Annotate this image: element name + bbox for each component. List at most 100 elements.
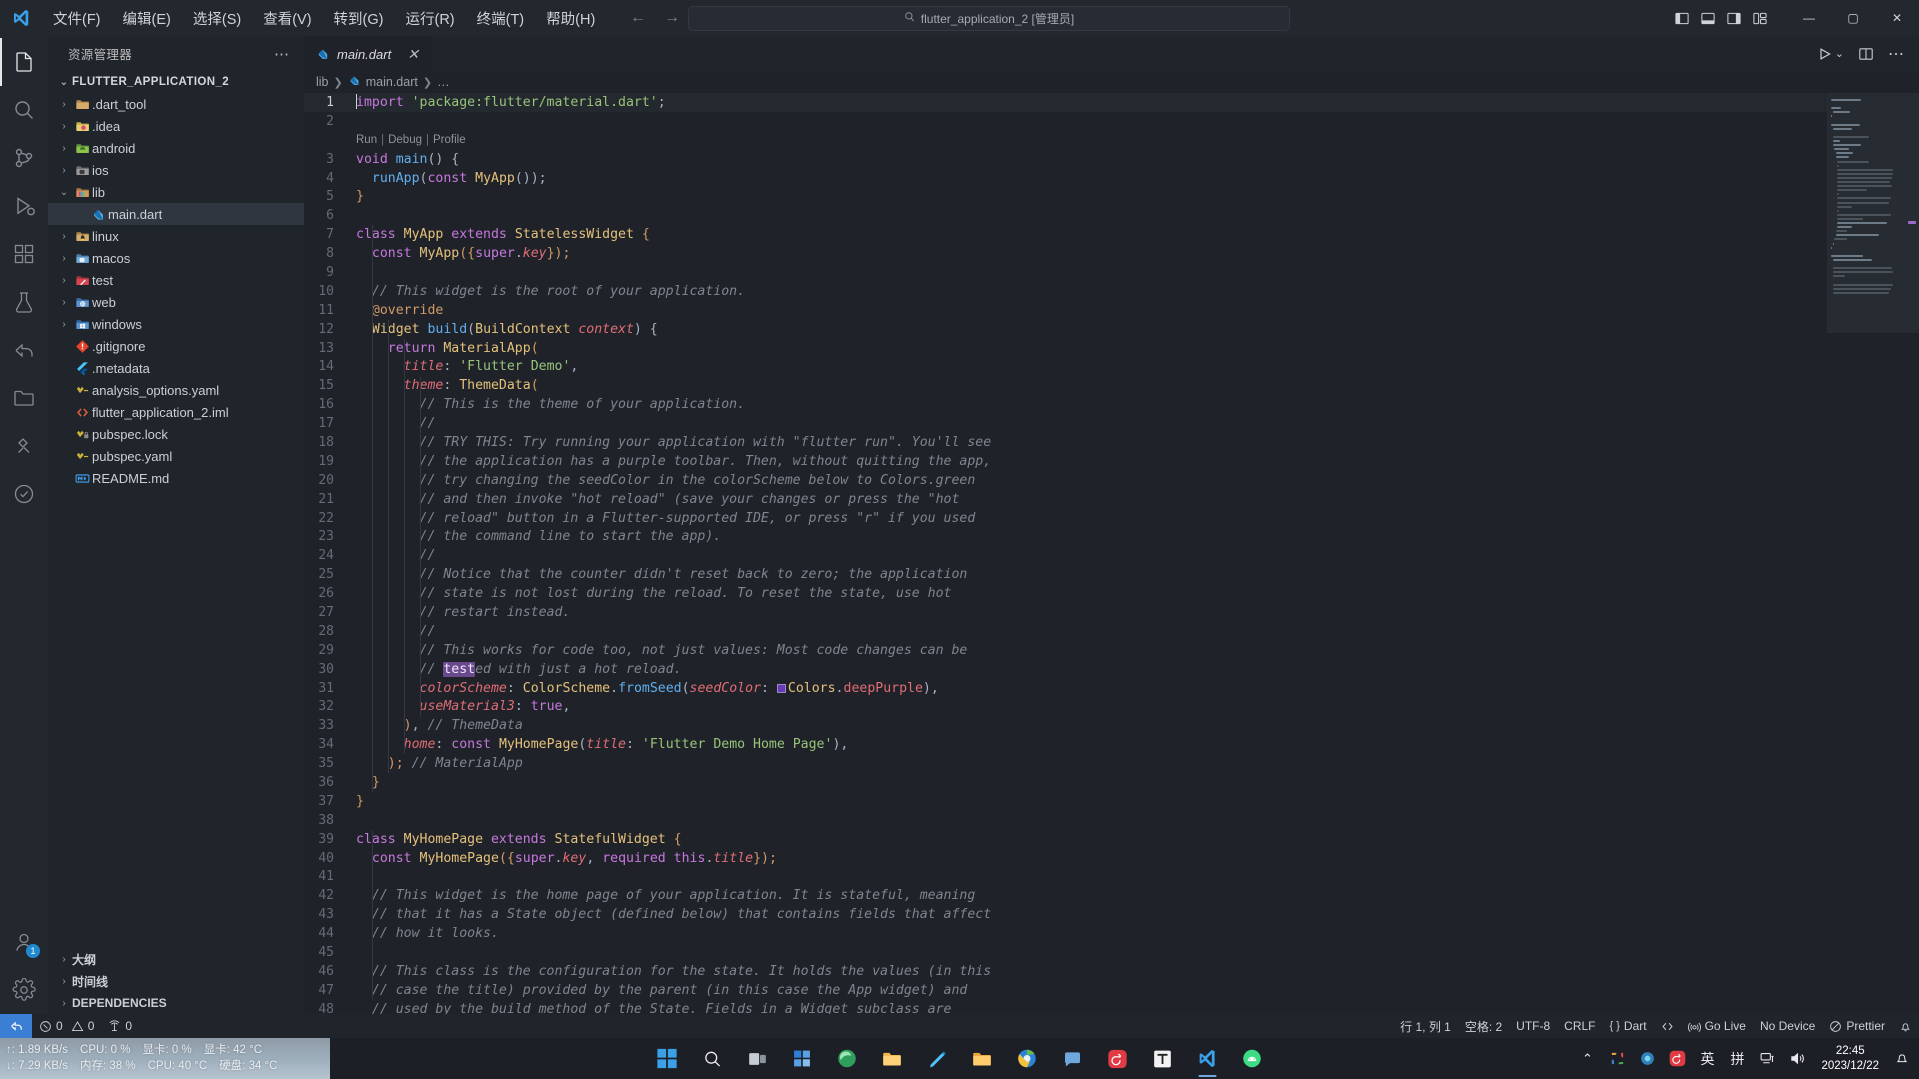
taskbar-clock[interactable]: 22:45 2023/12/22: [1813, 1038, 1887, 1079]
code-line[interactable]: 30 // tested with just a hot reload.: [304, 660, 1827, 679]
code-line[interactable]: 32 useMaterial3: true,: [304, 698, 1827, 717]
code-line[interactable]: 40 const MyHomePage({super.key, required…: [304, 849, 1827, 868]
code-line[interactable]: 24 //: [304, 546, 1827, 565]
code-line[interactable]: 21 // and then invoke "hot reload" (save…: [304, 490, 1827, 509]
code-line[interactable]: 5}: [304, 187, 1827, 206]
code-line[interactable]: 1import 'package:flutter/material.dart';: [304, 93, 1827, 112]
code-line[interactable]: 37}: [304, 792, 1827, 811]
menu-edit[interactable]: 编辑(E): [112, 4, 182, 33]
code-line[interactable]: 35 ); // MaterialApp: [304, 754, 1827, 773]
customize-layout-icon[interactable]: [1749, 7, 1771, 29]
code-line[interactable]: 33 ), // ThemeData: [304, 716, 1827, 735]
activity-explorer[interactable]: [0, 38, 48, 86]
taskbar-widgets-icon[interactable]: [782, 1039, 822, 1079]
tab-close-icon[interactable]: ✕: [404, 46, 422, 62]
cursor-position[interactable]: 行 1, 列 1: [1393, 1014, 1458, 1038]
editor-more-actions-icon[interactable]: ⋯: [1888, 44, 1905, 64]
code-line[interactable]: 39class MyHomePage extends StatefulWidge…: [304, 830, 1827, 849]
taskbar-netease-music-icon[interactable]: [1097, 1039, 1137, 1079]
tree-root-folder[interactable]: ⌄ FLUTTER_APPLICATION_2: [48, 71, 304, 93]
code-line[interactable]: 4 runApp(const MyApp());: [304, 169, 1827, 188]
sidebar-section-timeline[interactable]: › 时间线: [48, 970, 304, 992]
code-line[interactable]: 13 return MaterialApp(: [304, 339, 1827, 358]
taskbar-android-studio-icon[interactable]: [1232, 1039, 1272, 1079]
toggle-panel-icon[interactable]: [1697, 7, 1719, 29]
minimize-button[interactable]: —: [1787, 0, 1831, 36]
file-tree[interactable]: ⌄ FLUTTER_APPLICATION_2 ›.dart_tool›.ide…: [48, 71, 304, 948]
code-line[interactable]: 45: [304, 943, 1827, 962]
code-line[interactable]: 7class MyApp extends StatelessWidget {: [304, 225, 1827, 244]
activity-settings[interactable]: [0, 966, 48, 1014]
taskbar-browser-icon[interactable]: [1007, 1039, 1047, 1079]
explorer-more-actions-icon[interactable]: ⋯: [268, 45, 296, 63]
tree-item-gitignore[interactable]: .gitignore: [48, 335, 304, 357]
menu-file[interactable]: 文件(F): [42, 4, 112, 33]
code-line[interactable]: 27 // restart instead.: [304, 603, 1827, 622]
tree-item-idea[interactable]: ›.idea: [48, 115, 304, 137]
menu-view[interactable]: 查看(V): [252, 4, 322, 33]
indentation[interactable]: 空格: 2: [1458, 1014, 1509, 1038]
code-line[interactable]: 20 // try changing the seedColor in the …: [304, 471, 1827, 490]
code-line[interactable]: 14 title: 'Flutter Demo',: [304, 357, 1827, 376]
encoding[interactable]: UTF-8: [1509, 1014, 1557, 1038]
code-editor[interactable]: 1import 'package:flutter/material.dart';…: [304, 93, 1919, 1014]
code-line[interactable]: 42 // This widget is the home page of yo…: [304, 886, 1827, 905]
code-line[interactable]: 2: [304, 112, 1827, 131]
menu-selection[interactable]: 选择(S): [182, 4, 252, 33]
tray-sync-icon[interactable]: [1603, 1038, 1631, 1079]
problems-status[interactable]: 0 0: [32, 1014, 101, 1038]
activity-extensions[interactable]: [0, 230, 48, 278]
tray-network-icon[interactable]: [1753, 1038, 1781, 1079]
code-line[interactable]: 16 // This is the theme of your applicat…: [304, 395, 1827, 414]
activity-remote-explorer[interactable]: [0, 326, 48, 374]
tree-item-web[interactable]: ›web: [48, 291, 304, 313]
taskbar-file-explorer-icon[interactable]: [872, 1039, 912, 1079]
tray-ime-language[interactable]: 英: [1693, 1038, 1721, 1079]
code-lens-row[interactable]: Run|Debug|Profile: [304, 131, 1827, 150]
code-line[interactable]: 11 @override: [304, 301, 1827, 320]
taskbar-folder-icon[interactable]: [962, 1039, 1002, 1079]
split-editor-button[interactable]: [1858, 46, 1874, 62]
layout-toggles[interactable]: [1671, 7, 1771, 29]
maximize-button[interactable]: ▢: [1831, 0, 1875, 36]
sidebar-section-outline[interactable]: › 大纲: [48, 948, 304, 970]
code-line[interactable]: 3void main() {: [304, 150, 1827, 169]
activity-source-control[interactable]: [0, 134, 48, 182]
back-arrow-icon[interactable]: ←: [630, 9, 646, 27]
code-line[interactable]: 47 // case the title) provided by the pa…: [304, 981, 1827, 1000]
device-selector[interactable]: No Device: [1753, 1014, 1822, 1038]
tab-main-dart[interactable]: main.dart ✕: [304, 36, 432, 71]
tree-item-linux[interactable]: ›linux: [48, 225, 304, 247]
tree-item-android[interactable]: ›android: [48, 137, 304, 159]
menu-run[interactable]: 运行(R): [394, 4, 465, 33]
taskbar-search-icon[interactable]: [692, 1039, 732, 1079]
code-line[interactable]: 25 // Notice that the counter didn't res…: [304, 565, 1827, 584]
toggle-secondary-sidebar-icon[interactable]: [1723, 7, 1745, 29]
breadcrumb-main-dart[interactable]: main.dart: [366, 75, 418, 89]
code-line[interactable]: 38: [304, 811, 1827, 830]
activity-flutter-devtools[interactable]: [0, 422, 48, 470]
html-tag-status[interactable]: [1654, 1014, 1681, 1038]
code-line[interactable]: 36 }: [304, 773, 1827, 792]
breadcrumb-lib[interactable]: lib: [316, 75, 329, 89]
code-line[interactable]: 48 // used by the build method of the St…: [304, 1000, 1827, 1014]
tray-notifications-icon[interactable]: [1889, 1038, 1915, 1079]
command-center-search[interactable]: flutter_application_2 [管理员]: [688, 6, 1290, 31]
system-monitor-widget[interactable]: ↑: 1.89 KB/s CPU: 0 % 显卡: 0 % 显卡: 42 °C …: [0, 1038, 330, 1079]
tree-item-flutter-application-2-iml[interactable]: flutter_application_2.iml: [48, 401, 304, 423]
codelens-run[interactable]: Run: [356, 134, 377, 146]
tree-item-macos[interactable]: ›macos: [48, 247, 304, 269]
remote-window-button[interactable]: [0, 1014, 32, 1038]
tree-item-pubspec-yaml[interactable]: pubspec.yaml: [48, 445, 304, 467]
activity-accounts[interactable]: 1: [0, 918, 48, 966]
run-chevron-icon[interactable]: ⌄: [1835, 47, 1844, 60]
tray-volume-icon[interactable]: [1783, 1038, 1811, 1079]
code-line[interactable]: 41: [304, 868, 1827, 887]
tree-item-ios[interactable]: ›ios: [48, 159, 304, 181]
tree-item-metadata[interactable]: .metadata: [48, 357, 304, 379]
code-line[interactable]: 6: [304, 206, 1827, 225]
go-live-button[interactable]: Go Live: [1681, 1014, 1753, 1038]
tree-item-readme-md[interactable]: README.md: [48, 467, 304, 489]
taskbar-start-button[interactable]: [647, 1039, 687, 1079]
tree-item-test[interactable]: ›test: [48, 269, 304, 291]
